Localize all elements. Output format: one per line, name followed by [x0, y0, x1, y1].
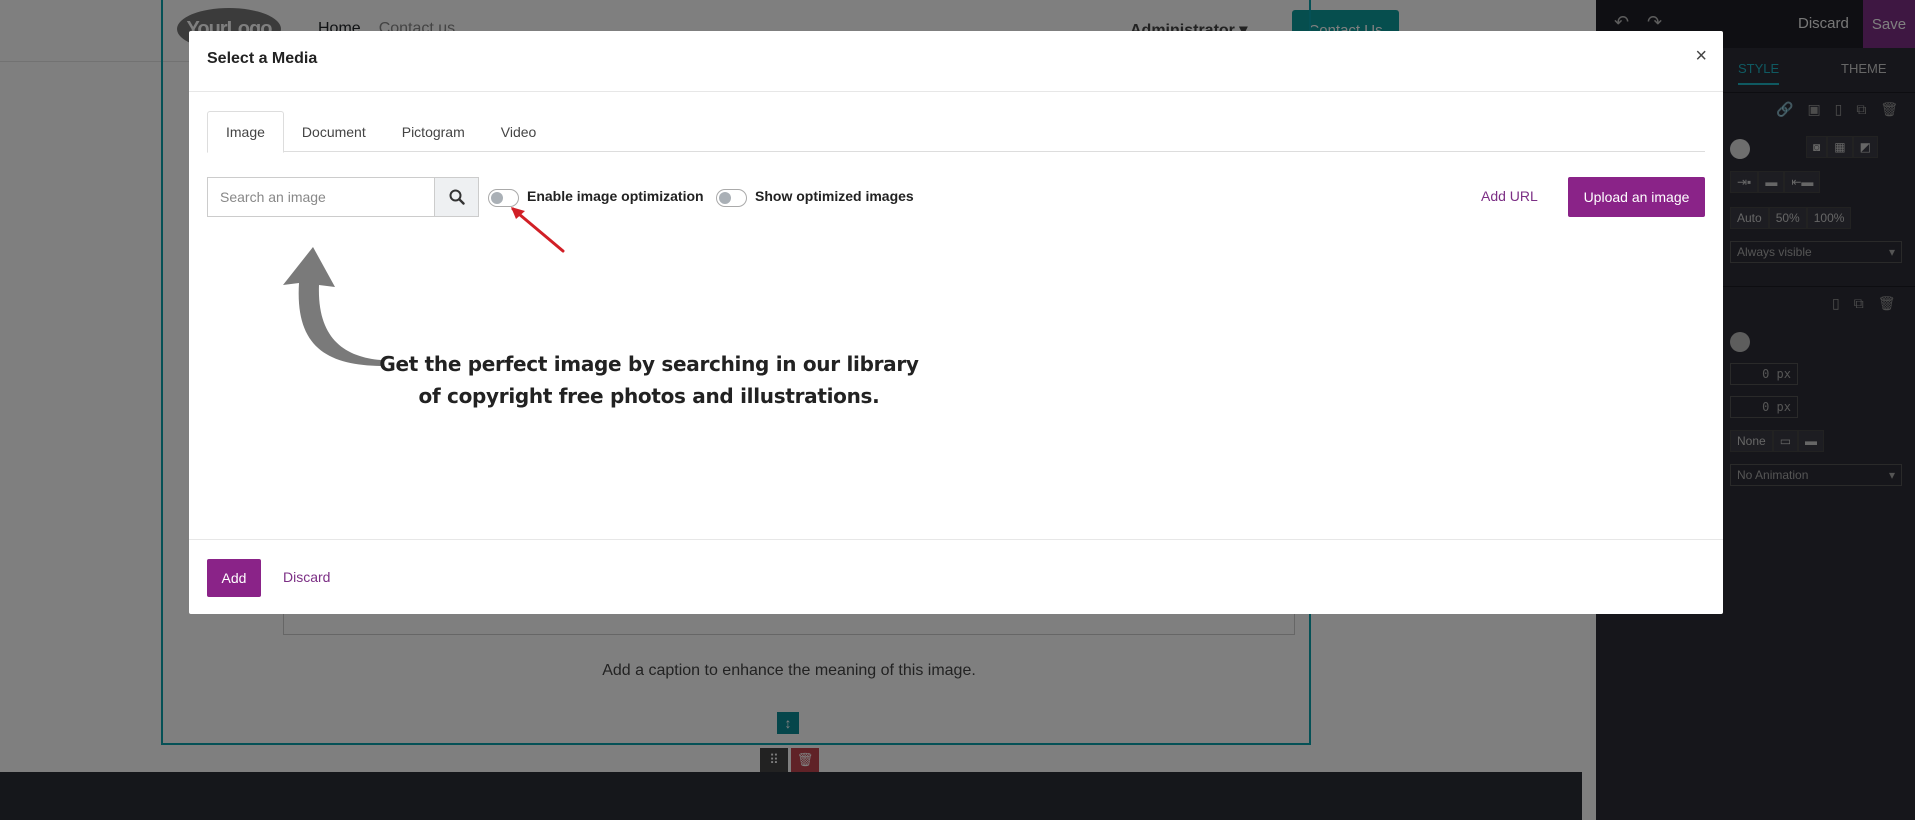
add-button[interactable]: Add: [207, 559, 261, 597]
image-search: [207, 177, 479, 217]
search-button[interactable]: [434, 177, 479, 217]
discard-button[interactable]: Discard: [283, 569, 330, 585]
tab-pictogram[interactable]: Pictogram: [384, 111, 483, 152]
upload-image-button[interactable]: Upload an image: [1568, 177, 1705, 217]
modal-title: Select a Media: [207, 50, 318, 67]
enable-optimization-toggle[interactable]: [488, 189, 519, 207]
modal-footer: Add Discard: [189, 539, 1723, 614]
tab-video[interactable]: Video: [483, 111, 555, 152]
media-tabs: Image Document Pictogram Video: [207, 111, 1705, 153]
curved-arrow-icon: [283, 247, 381, 366]
select-media-dialog: Select a Media × Image Document Pictogra…: [189, 31, 1723, 614]
search-icon: [449, 189, 465, 205]
enable-optimization-label: Enable image optimization: [527, 188, 704, 204]
tab-document[interactable]: Document: [284, 111, 384, 152]
close-icon[interactable]: ×: [1695, 45, 1707, 68]
empty-state-hint: Get the perfect image by searching in ou…: [379, 352, 919, 408]
modal-header: Select a Media ×: [189, 31, 1723, 92]
tab-image[interactable]: Image: [207, 111, 284, 153]
show-optimized-toggle[interactable]: [716, 189, 747, 207]
search-input[interactable]: [207, 177, 434, 217]
add-url-link[interactable]: Add URL: [1481, 188, 1538, 204]
annotation-arrow-icon: [511, 207, 565, 253]
show-optimized-label: Show optimized images: [755, 188, 914, 204]
